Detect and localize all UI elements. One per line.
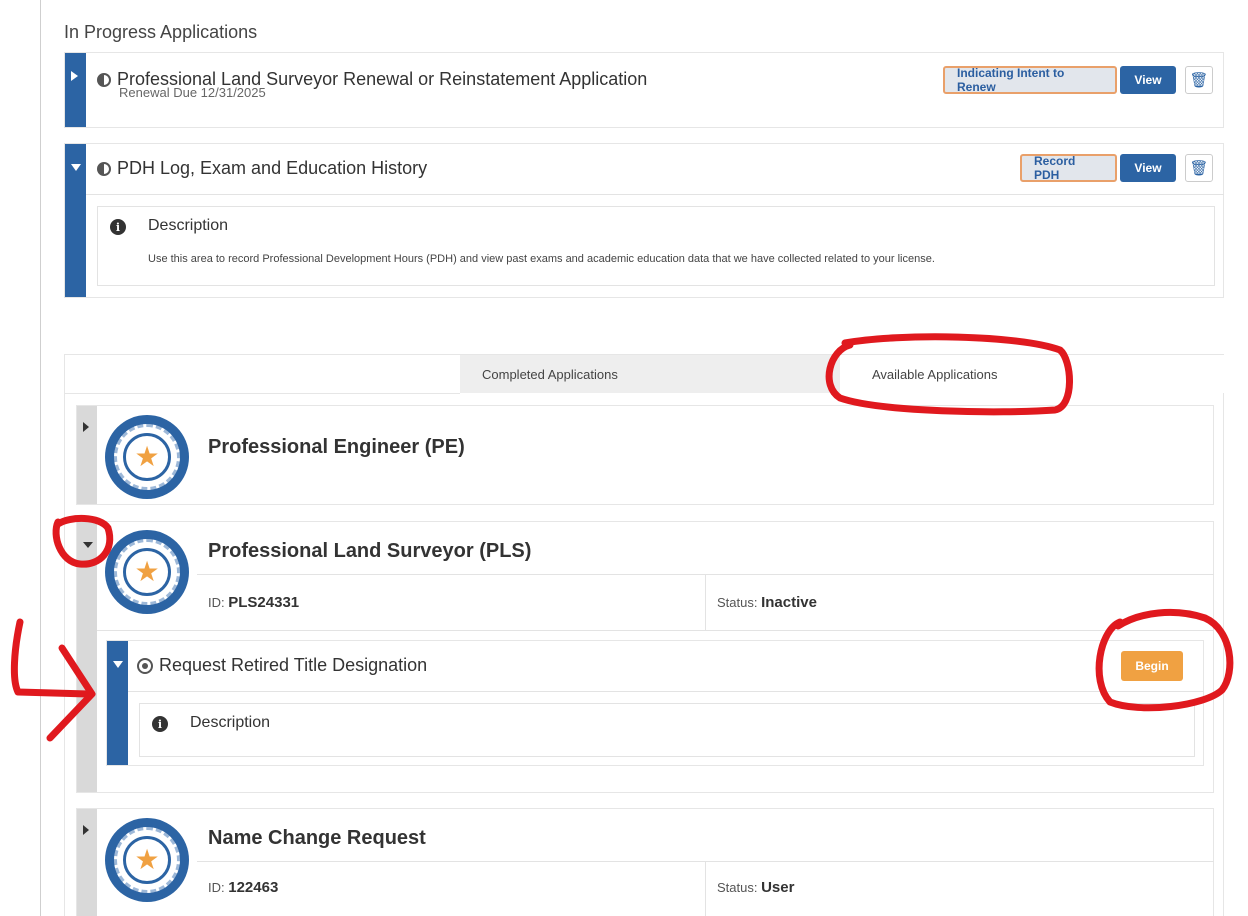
license-badge-icon: ★ (105, 415, 189, 499)
license-title: Name Change Request (208, 827, 426, 849)
divider (86, 194, 1224, 195)
tabs-underline (64, 393, 460, 394)
license-status: Status: User (717, 879, 795, 896)
description-panel: i Description Use this area to record Pr… (97, 206, 1215, 286)
caret-right-icon (83, 825, 89, 835)
renewal-application-card: Professional Land Surveyor Renewal or Re… (64, 52, 1224, 128)
collapse-toggle[interactable] (65, 144, 86, 297)
tab-completed-applications[interactable]: Completed Applications (460, 355, 840, 393)
divider (97, 630, 1214, 631)
license-title: Professional Land Surveyor (PLS) (208, 540, 532, 562)
caret-down-icon (113, 661, 123, 668)
half-circle-icon (97, 72, 111, 87)
intent-to-renew-button[interactable]: Indicating Intent to Renew (943, 66, 1117, 94)
license-id: ID: 122463 (208, 879, 279, 896)
record-pdh-button[interactable]: Record PDH (1020, 154, 1117, 182)
license-title: Professional Engineer (PE) (208, 436, 465, 458)
begin-button[interactable]: Begin (1121, 651, 1183, 681)
divider (705, 574, 706, 630)
info-icon: i (110, 219, 126, 235)
license-badge-icon: ★ (105, 818, 189, 902)
view-button[interactable]: View (1120, 154, 1176, 182)
license-id: ID: PLS24331 (208, 594, 300, 611)
description-label: Description (148, 217, 229, 234)
info-icon: i (152, 716, 168, 732)
license-status: Status: Inactive (717, 594, 817, 611)
section-title: In Progress Applications (64, 22, 258, 42)
divider (128, 691, 1204, 692)
expand-toggle[interactable] (65, 53, 86, 127)
license-card-name-change: ★ Name Change Request ID: 122463 Status:… (76, 808, 1214, 916)
license-badge-icon: ★ (105, 530, 189, 614)
description-text: Use this area to record Professional Dev… (148, 253, 935, 265)
caret-right-icon (71, 71, 78, 81)
trash-icon[interactable]: 🗑 (1185, 154, 1213, 182)
divider (705, 861, 706, 916)
target-icon (137, 657, 153, 674)
tab-available-applications[interactable]: Available Applications (840, 355, 1224, 393)
caret-right-icon (83, 422, 89, 432)
view-button[interactable]: View (1120, 66, 1176, 94)
license-card-pe: ★ Professional Engineer (PE) (76, 405, 1214, 505)
half-circle-icon (97, 161, 111, 176)
description-panel: i Description (139, 703, 1195, 757)
caret-down-icon (71, 164, 81, 171)
application-title: Request Retired Title Designation (159, 655, 428, 675)
pdh-log-card: PDH Log, Exam and Education History Reco… (64, 143, 1224, 298)
application-title: PDH Log, Exam and Education History (117, 158, 428, 178)
left-divider (40, 0, 41, 916)
collapse-toggle[interactable] (107, 641, 128, 765)
trash-icon[interactable]: 🗑 (1185, 66, 1213, 94)
renewal-due-date: Renewal Due 12/31/2025 (119, 85, 266, 100)
caret-down-icon (83, 542, 93, 548)
collapse-toggle[interactable] (77, 522, 97, 792)
retired-title-application: Request Retired Title Designation Begin … (106, 640, 1204, 766)
description-label: Description (190, 714, 271, 731)
expand-toggle[interactable] (77, 809, 97, 916)
expand-toggle[interactable] (77, 406, 97, 504)
